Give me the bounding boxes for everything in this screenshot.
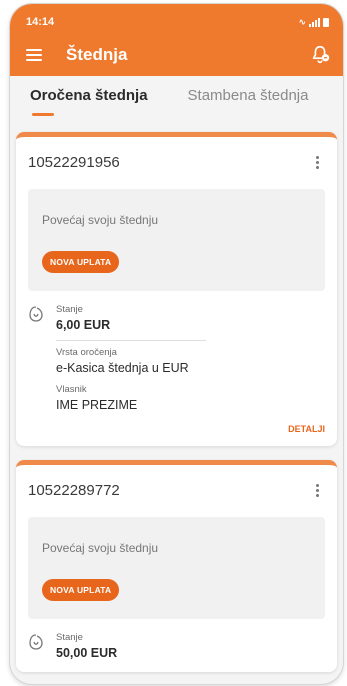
promo-text: Povećaj svoju štednju xyxy=(42,213,159,227)
wifi-icon: ∿ xyxy=(298,16,306,27)
type-value: e-Kasica štednja u EUR xyxy=(56,361,189,375)
tab-bar: Oročena štednja Stambena štednja xyxy=(10,76,343,122)
tab-orocena-stednja[interactable]: Oročena štednja xyxy=(30,87,148,122)
promo-box: Povećaj svoju štednju NOVA UPLATA xyxy=(28,517,325,619)
details-link[interactable]: DETALJI xyxy=(28,424,325,434)
signal-icon xyxy=(309,17,320,27)
page-title: Štednja xyxy=(66,45,128,64)
account-card[interactable]: 10522291956 Povećaj svoju štednju NOVA U… xyxy=(16,132,337,446)
tab-stambena-stednja[interactable]: Stambena štednja xyxy=(188,87,309,122)
coin-icon xyxy=(28,629,56,660)
new-payment-button[interactable]: NOVA UPLATA xyxy=(42,579,120,601)
account-details: Stanje 6,00 EUR Vrsta oročenja e-Kasica … xyxy=(28,301,325,412)
bell-icon[interactable] xyxy=(309,44,331,66)
new-payment-button[interactable]: NOVA UPLATA xyxy=(42,251,120,273)
account-number: 10522291956 xyxy=(28,153,120,171)
owner-label: Vlasnik xyxy=(56,384,87,395)
menu-icon[interactable] xyxy=(26,49,42,61)
battery-icon xyxy=(323,17,329,27)
coin-icon xyxy=(28,301,56,412)
balance-value: 50,00 EUR xyxy=(56,646,118,660)
app-bar: Štednja xyxy=(10,34,343,76)
status-time: 14:14 xyxy=(26,16,55,28)
more-options-icon[interactable] xyxy=(309,480,325,500)
phone-screen: 14:14 ∿ Štednja Oročena štednja Stambena… xyxy=(10,4,343,684)
status-icons: ∿ xyxy=(298,17,329,28)
divider xyxy=(56,340,206,341)
owner-value: IME PREZIME xyxy=(56,398,138,412)
promo-text: Povećaj svoju štednju xyxy=(42,541,159,555)
promo-box: Povećaj svoju štednju NOVA UPLATA xyxy=(28,189,325,291)
account-number: 10522289772 xyxy=(28,481,120,499)
account-card[interactable]: 10522289772 Povećaj svoju štednju NOVA U… xyxy=(16,460,337,672)
account-details: Stanje 50,00 EUR xyxy=(28,629,325,660)
balance-label: Stanje xyxy=(56,632,83,643)
balance-label: Stanje xyxy=(56,304,83,315)
type-label: Vrsta oročenja xyxy=(56,347,117,358)
more-options-icon[interactable] xyxy=(309,152,325,172)
balance-value: 6,00 EUR xyxy=(56,318,111,332)
